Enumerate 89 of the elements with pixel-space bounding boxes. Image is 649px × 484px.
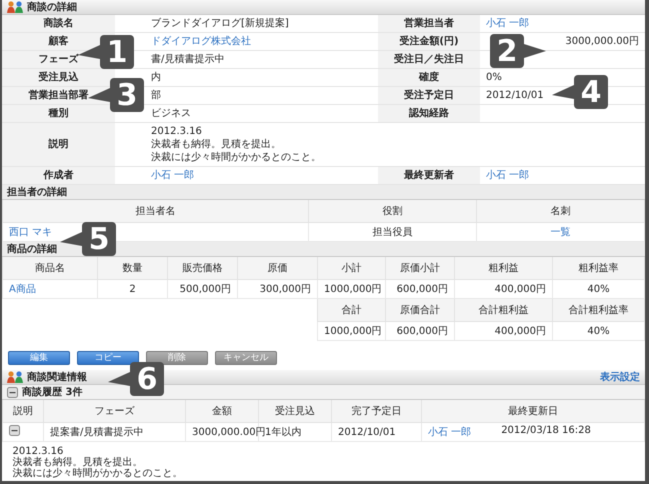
column-header: 合計粗利益 bbox=[478, 305, 528, 316]
table-cell-text: 2012/03/18 16:28 bbox=[501, 425, 591, 438]
field-label: 受注予定日 bbox=[404, 90, 454, 101]
field-label: 種別 bbox=[48, 108, 68, 119]
column-header: 説明 bbox=[13, 406, 33, 417]
field-value: 内 bbox=[151, 72, 161, 83]
table-cell: 500,000円 bbox=[180, 284, 231, 295]
field-label: 営業担当者 bbox=[404, 18, 454, 29]
column-header: 商品名 bbox=[35, 263, 65, 274]
field-label: 顧客 bbox=[48, 36, 68, 47]
field-value: 0% bbox=[486, 72, 502, 83]
field-label: 説明 bbox=[48, 138, 68, 151]
table-cell: 40% bbox=[587, 284, 610, 294]
column-header: 担当者名 bbox=[136, 206, 176, 217]
table-cell: 2 bbox=[129, 284, 136, 294]
section-title: 商品の詳細 bbox=[7, 242, 57, 256]
column-header: 粗利益率 bbox=[578, 263, 618, 274]
user-link[interactable]: 小石 一郎 bbox=[428, 425, 472, 439]
people-icon bbox=[7, 0, 23, 14]
field-value: ビジネス bbox=[151, 108, 191, 119]
action-button[interactable]: 削除 bbox=[146, 351, 208, 365]
user-link[interactable]: 小石 一郎 bbox=[486, 18, 530, 29]
table-cell: 400,000円 bbox=[494, 326, 546, 337]
column-header: 原価小計 bbox=[400, 263, 440, 274]
table-cell: 担当役員 bbox=[372, 227, 412, 238]
amount-value: 3000,000.00円 bbox=[565, 36, 639, 47]
column-header: フェーズ bbox=[94, 406, 134, 417]
table-cell: 3000,000.00円 bbox=[192, 427, 266, 438]
description-line: 2012.3.16 bbox=[12, 446, 64, 457]
action-button[interactable]: 編集 bbox=[8, 351, 70, 365]
display-settings-link[interactable]: 表示設定 bbox=[600, 370, 640, 384]
column-header: 小計 bbox=[342, 263, 362, 274]
table-cell: 1年以内 bbox=[265, 427, 302, 438]
description-line: 決裁には少々時間がかかるとのこと。 bbox=[12, 468, 182, 479]
column-header: 合計粗利益率 bbox=[568, 305, 628, 316]
field-value: 2012/10/01 bbox=[486, 90, 544, 101]
user-link[interactable]: ドダイアログ株式会社 bbox=[151, 36, 251, 47]
column-header: 合計 bbox=[342, 305, 362, 316]
section-title: 担当者の詳細 bbox=[7, 186, 67, 199]
section-title: 商談関連情報 bbox=[27, 370, 87, 384]
field-value: ブランドダイアログ[新規提案] bbox=[151, 18, 289, 29]
table-cell: 提案書/見積書提示中 bbox=[50, 427, 144, 438]
field-label: 商談名 bbox=[44, 18, 74, 29]
column-header: 受注見込 bbox=[275, 406, 315, 417]
field-label: 営業担当部署 bbox=[28, 90, 88, 101]
table-cell: 2012/10/01 bbox=[338, 426, 396, 438]
description-line: 2012.3.16 bbox=[151, 125, 203, 138]
field-value: 部 bbox=[151, 90, 161, 101]
people-icon bbox=[7, 370, 23, 384]
field-label: 作成者 bbox=[44, 170, 74, 181]
field-label: 受注見込 bbox=[38, 72, 78, 83]
description-line: 決裁者も納得。見積を提出。 bbox=[151, 138, 282, 151]
column-header: 金額 bbox=[212, 406, 232, 417]
table-cell: 1000,000円 bbox=[324, 326, 382, 337]
table-cell: 300,000円 bbox=[260, 284, 311, 295]
table-cell: 1000,000円 bbox=[324, 284, 382, 295]
collapse-icon[interactable] bbox=[7, 386, 18, 398]
table-cell: 400,000円 bbox=[494, 284, 546, 295]
item-link[interactable]: 西口 マキ bbox=[9, 227, 52, 238]
section-title: 商談履歴 3件 bbox=[22, 385, 82, 399]
section-title: 商談の詳細 bbox=[27, 0, 77, 14]
field-label: 受注金額(円) bbox=[399, 36, 459, 47]
description-line: 決裁者も納得。見積を提出。 bbox=[12, 457, 142, 468]
collapse-icon[interactable] bbox=[9, 425, 20, 436]
table-cell: 600,000円 bbox=[396, 326, 448, 337]
column-header: 原価 bbox=[268, 263, 288, 274]
field-label: 受注日／失注日 bbox=[394, 54, 464, 65]
column-header: 名刺 bbox=[550, 206, 570, 217]
field-label: 確度 bbox=[419, 72, 439, 83]
field-label: フェーズ bbox=[38, 54, 78, 65]
column-header: 数量 bbox=[122, 263, 142, 274]
action-button[interactable]: キャンセル bbox=[215, 351, 277, 365]
description-line: 決裁には少々時間がかかるとのこと。 bbox=[151, 151, 322, 164]
field-value: 書/見積書提示中 bbox=[151, 54, 224, 65]
column-header: 粗利益 bbox=[488, 263, 518, 274]
column-header: 完了予定日 bbox=[352, 406, 402, 417]
item-link[interactable]: A商品 bbox=[9, 284, 36, 295]
user-link[interactable]: 小石 一郎 bbox=[151, 170, 194, 181]
column-header: 最終更新日 bbox=[508, 406, 558, 417]
table-cell: 600,000円 bbox=[396, 284, 448, 295]
column-header: 役割 bbox=[382, 206, 402, 217]
column-header: 原価合計 bbox=[400, 305, 440, 316]
user-link[interactable]: 小石 一郎 bbox=[486, 170, 530, 181]
action-button[interactable]: コピー bbox=[77, 351, 139, 365]
field-label: 最終更新者 bbox=[404, 170, 454, 181]
column-header: 販売価格 bbox=[182, 263, 222, 274]
field-label: 認知経路 bbox=[409, 108, 449, 119]
table-cell: 40% bbox=[587, 326, 610, 336]
item-link[interactable]: 一覧 bbox=[550, 227, 570, 238]
